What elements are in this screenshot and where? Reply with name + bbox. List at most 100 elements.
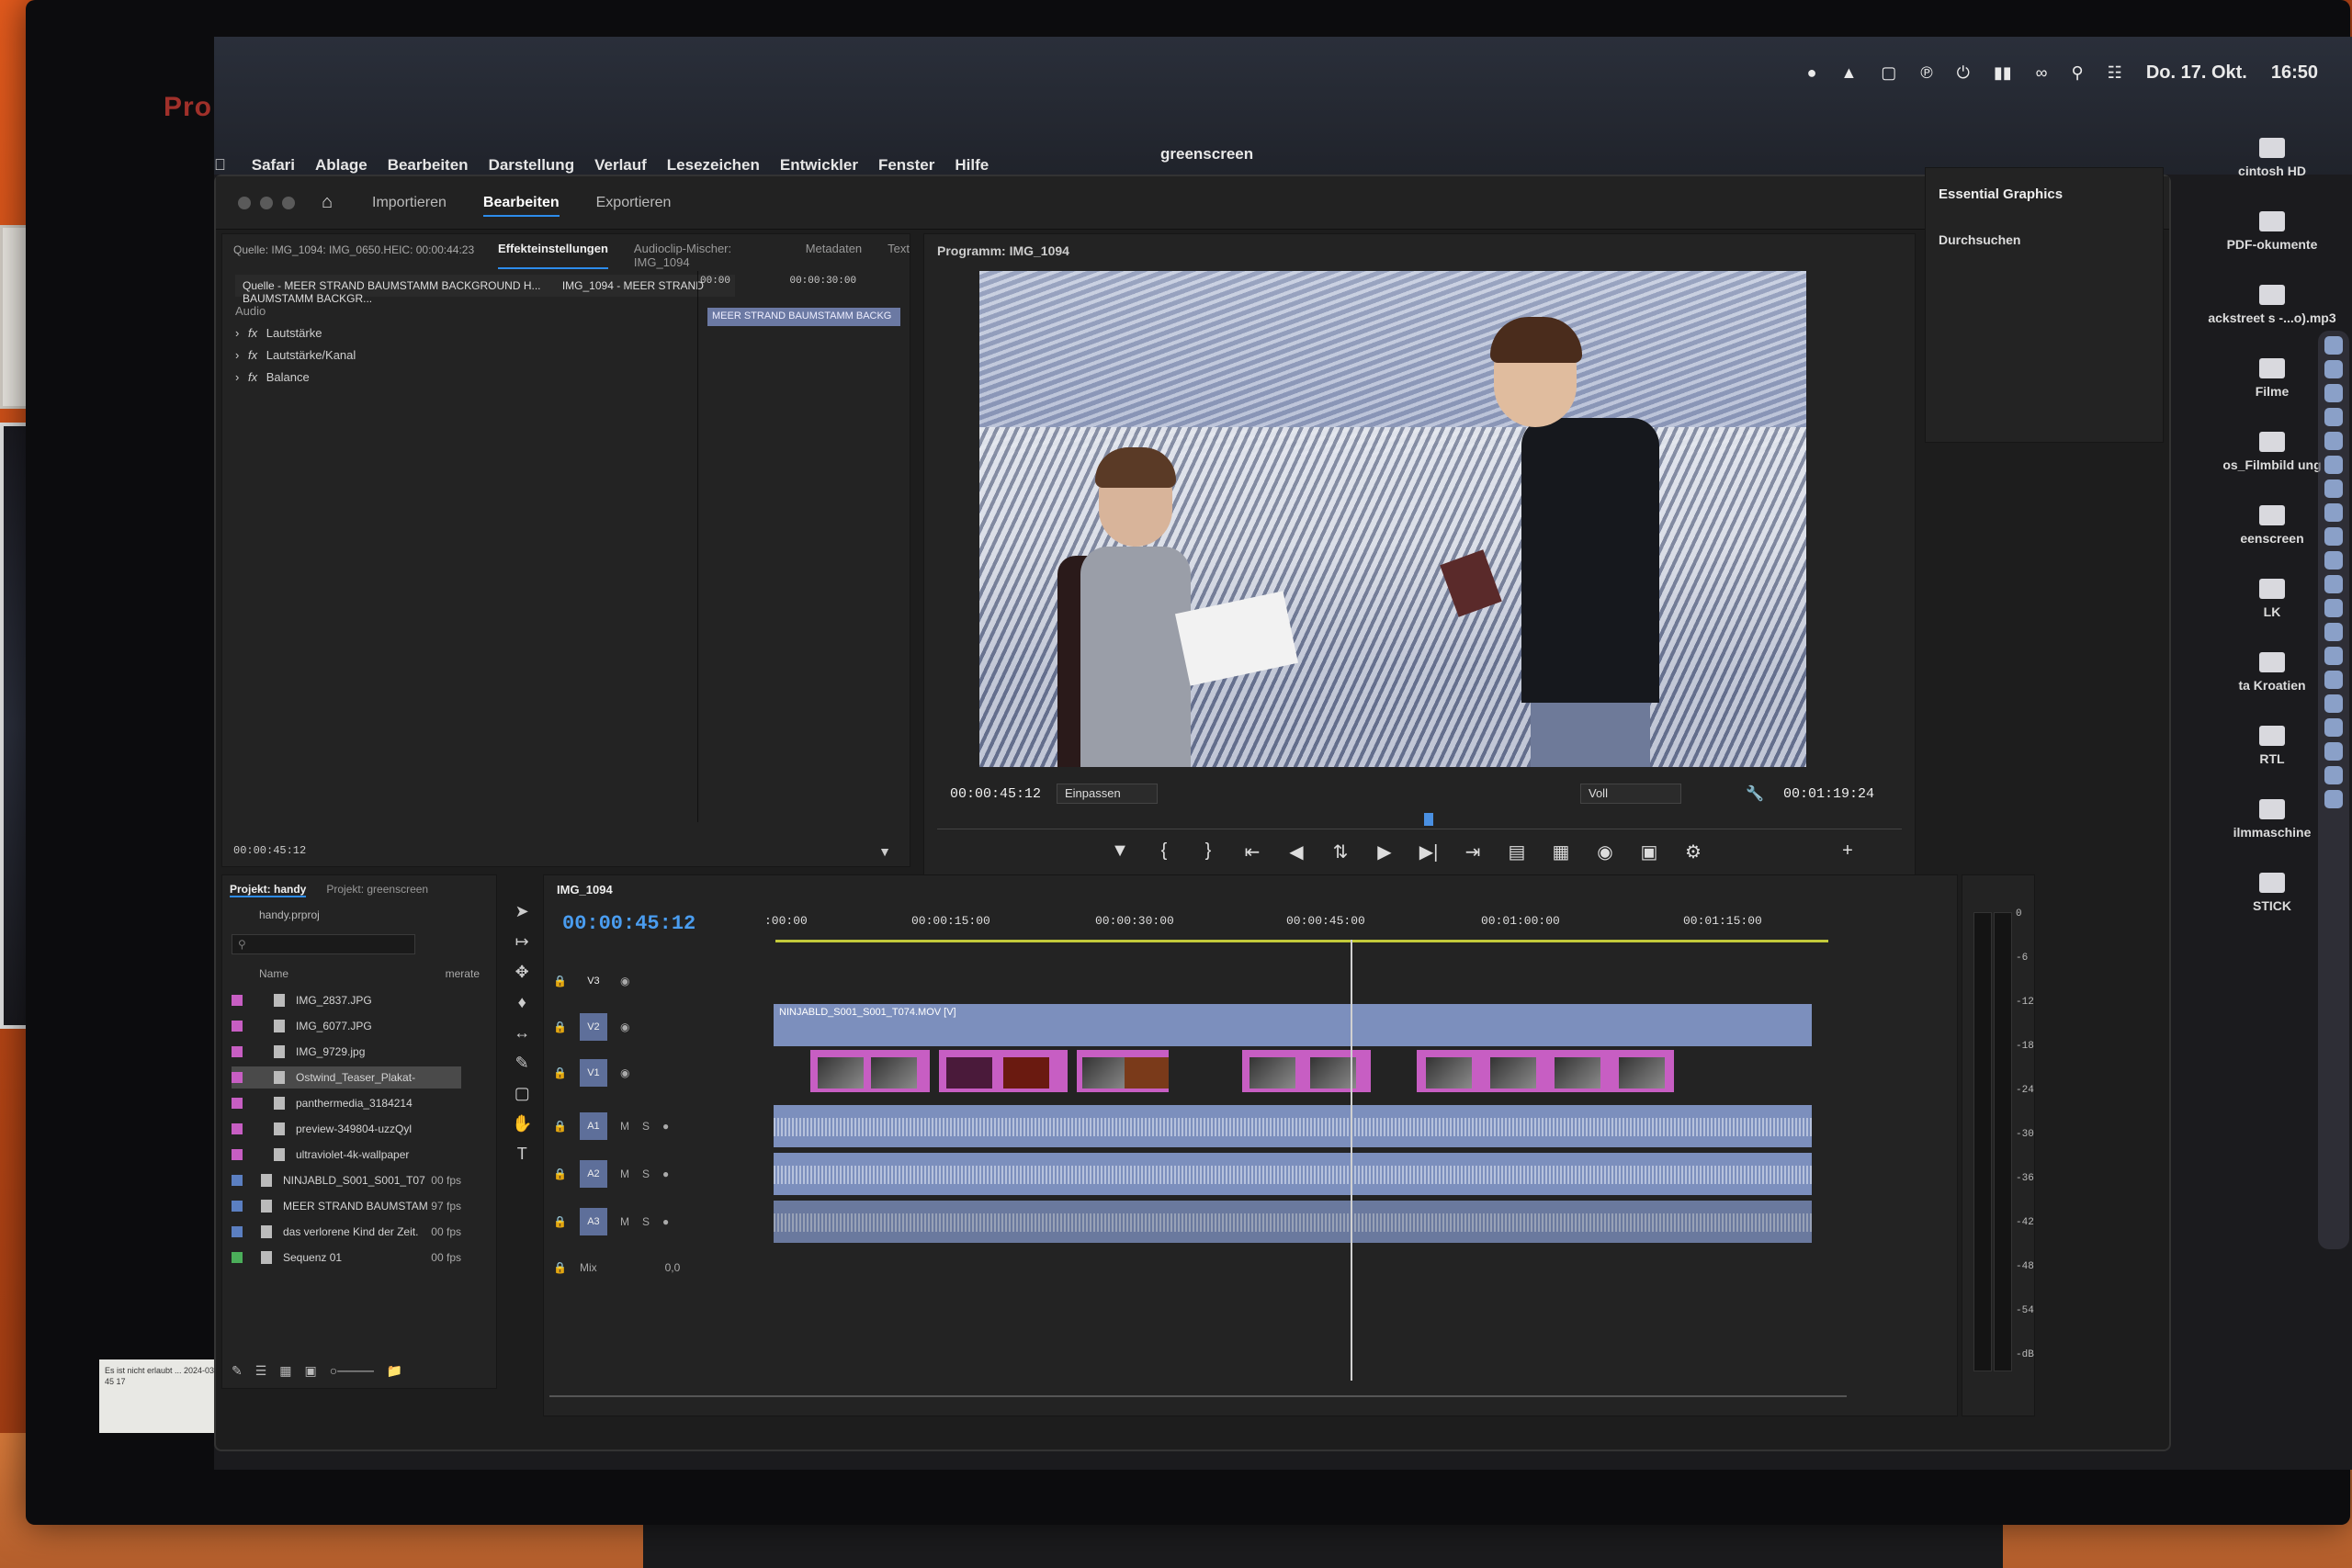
bluetooth-icon[interactable]: ℗ <box>1920 63 1932 83</box>
effect-row-lautstaerke-kanal[interactable]: › fx Lautstärke/Kanal <box>235 348 356 362</box>
clip-v1-image[interactable] <box>810 1050 930 1092</box>
wifi-icon[interactable]: ● <box>1807 63 1817 83</box>
pencil-icon[interactable]: ✎ <box>232 1363 243 1379</box>
overwrite-icon[interactable]: ▦ <box>1549 840 1573 863</box>
lock-icon[interactable]: 🔒 <box>553 1261 567 1274</box>
dock-app-icon[interactable] <box>2324 503 2343 522</box>
clip-a2[interactable] <box>774 1153 1812 1195</box>
desktop-item[interactable]: cintosh HD <box>2189 138 2352 178</box>
menu-hilfe[interactable]: Hilfe <box>955 156 989 175</box>
mic-icon[interactable]: ● <box>662 1120 669 1133</box>
rectangle-icon[interactable]: ▢ <box>514 1084 530 1103</box>
menu-bearbeiten[interactable]: Bearbeiten <box>388 156 469 175</box>
dock-app-icon[interactable] <box>2324 384 2343 402</box>
project-item[interactable]: MEER STRAND BAUMSTAM 97 fps <box>232 1195 461 1217</box>
track-label[interactable]: A3 <box>579 1208 607 1235</box>
step-back-icon[interactable]: ◀ <box>1284 840 1308 863</box>
clip-v1-image[interactable] <box>1077 1050 1169 1092</box>
project-item[interactable]: das verlorene Kind der Zeit. 00 fps <box>232 1221 461 1243</box>
timeline-playhead[interactable] <box>1351 940 1352 1381</box>
project-item[interactable]: preview-349804-uzzQyl <box>232 1118 461 1140</box>
sequence-selector[interactable]: Quelle - MEER STRAND BAUMSTAMM BACKGROUN… <box>235 275 735 305</box>
dock-app-icon[interactable] <box>2324 790 2343 808</box>
tab-durchsuchen[interactable]: Durchsuchen <box>1939 232 2020 247</box>
compare-icon[interactable]: ▣ <box>1637 840 1661 863</box>
tab-projekt-greenscreen[interactable]: Projekt: greenscreen <box>326 883 428 897</box>
dock-app-icon[interactable] <box>2324 742 2343 761</box>
menu-darstellung[interactable]: Darstellung <box>489 156 575 175</box>
solo-icon[interactable]: S <box>642 1120 650 1133</box>
dock-app-icon[interactable] <box>2324 647 2343 665</box>
clip-a1[interactable] <box>774 1105 1812 1147</box>
selection-tool-icon[interactable]: ➤ <box>515 902 529 921</box>
clip-v1-image[interactable] <box>939 1050 1068 1092</box>
resolution-dropdown[interactable]: Voll <box>1580 784 1681 804</box>
zoom-button[interactable] <box>282 197 295 209</box>
effect-clip-bar[interactable]: MEER STRAND BAUMSTAMM BACKG <box>707 308 900 326</box>
home-icon[interactable]: ⌂ <box>322 193 342 211</box>
mark-out-icon[interactable]: } <box>1196 840 1220 863</box>
menu-fenster[interactable]: Fenster <box>878 156 934 175</box>
go-to-out-icon[interactable]: ⇥ <box>1461 840 1485 863</box>
lock-icon[interactable]: 🔒 <box>553 1168 567 1180</box>
clip-v2-ninjabld[interactable]: NINJABLD_S001_S001_T074.MOV [V] <box>774 1004 1812 1046</box>
mark-in-icon[interactable]: { <box>1152 840 1176 863</box>
mute-icon[interactable]: M <box>620 1120 629 1133</box>
menu-ablage[interactable]: Ablage <box>315 156 368 175</box>
dock-app-icon[interactable] <box>2324 694 2343 713</box>
list-view-icon[interactable]: ☰ <box>255 1363 267 1379</box>
window-icon[interactable]: ▢ <box>1881 63 1896 83</box>
eye-icon[interactable]: ◉ <box>620 975 629 987</box>
add-marker-icon[interactable]: ▼ <box>1108 840 1132 863</box>
expand-icon[interactable]: › <box>235 348 239 362</box>
mic-icon[interactable]: ● <box>662 1168 669 1180</box>
camera-icon[interactable]: ◉ <box>1593 840 1617 863</box>
zoom-slider[interactable]: ○──── <box>330 1363 374 1379</box>
mute-icon[interactable]: M <box>620 1168 629 1180</box>
project-item[interactable]: panthermedia_3184214 <box>232 1092 461 1114</box>
vr-icon[interactable]: ⚙ <box>1681 840 1705 863</box>
track-label[interactable]: V2 <box>579 1013 607 1041</box>
dock-app-icon[interactable] <box>2324 408 2343 426</box>
dock-app-icon[interactable] <box>2324 360 2343 378</box>
program-timecode[interactable]: 00:00:45:12 <box>950 786 1041 802</box>
solo-icon[interactable]: S <box>642 1168 650 1180</box>
track-label[interactable]: V1 <box>579 1059 607 1087</box>
close-button[interactable] <box>238 197 251 209</box>
dock-app-icon[interactable] <box>2324 718 2343 737</box>
dock-app-icon[interactable] <box>2324 599 2343 617</box>
mix-value[interactable]: 0,0 <box>665 1261 681 1274</box>
mic-icon[interactable]: ● <box>662 1215 669 1228</box>
dock-app-icon[interactable] <box>2324 671 2343 689</box>
project-item[interactable]: IMG_6077.JPG <box>232 1015 461 1037</box>
insert-icon[interactable]: ▤ <box>1505 840 1529 863</box>
lock-icon[interactable]: 🔒 <box>553 975 567 987</box>
expand-icon[interactable]: › <box>235 326 239 340</box>
battery-icon[interactable]: ▮▮ <box>1994 63 2012 83</box>
power-icon[interactable]: ⏻ <box>1957 63 1970 83</box>
menu-safari[interactable]: Safari <box>252 156 295 175</box>
lift-icon[interactable]: ⇅ <box>1329 840 1352 863</box>
go-to-in-icon[interactable]: ⇤ <box>1240 840 1264 863</box>
link-icon[interactable]: ∞ <box>2036 63 2048 83</box>
desktop-item[interactable]: ackstreet s -...o).mp3 <box>2189 285 2352 325</box>
program-video-frame[interactable] <box>979 271 1806 767</box>
track-label[interactable]: A1 <box>579 1112 607 1140</box>
project-item[interactable]: Sequenz 01 00 fps <box>232 1247 461 1269</box>
razor-icon[interactable]: ♦ <box>518 993 526 1012</box>
project-item[interactable]: NINJABLD_S001_S001_T07 00 fps <box>232 1169 461 1191</box>
eye-icon[interactable]: ◉ <box>620 1066 629 1079</box>
solo-icon[interactable]: S <box>642 1215 650 1228</box>
tab-audioclip-mischer[interactable]: Audioclip-Mischer: IMG_1094 <box>634 242 780 269</box>
dock-app-icon[interactable] <box>2324 432 2343 450</box>
tab-bearbeiten[interactable]: Bearbeiten <box>482 195 560 217</box>
minimize-button[interactable] <box>260 197 273 209</box>
apple-icon[interactable]:  <box>214 156 226 175</box>
search-icon[interactable]: ⚲ <box>2071 63 2083 83</box>
effect-row-balance[interactable]: › fx Balance <box>235 370 310 384</box>
slip-icon[interactable]: ↔ <box>514 1023 530 1043</box>
lock-icon[interactable]: 🔒 <box>553 1215 567 1228</box>
expand-icon[interactable]: › <box>235 370 239 384</box>
program-scrubber[interactable] <box>937 813 1902 829</box>
freeform-view-icon[interactable]: ▣ <box>305 1363 317 1379</box>
